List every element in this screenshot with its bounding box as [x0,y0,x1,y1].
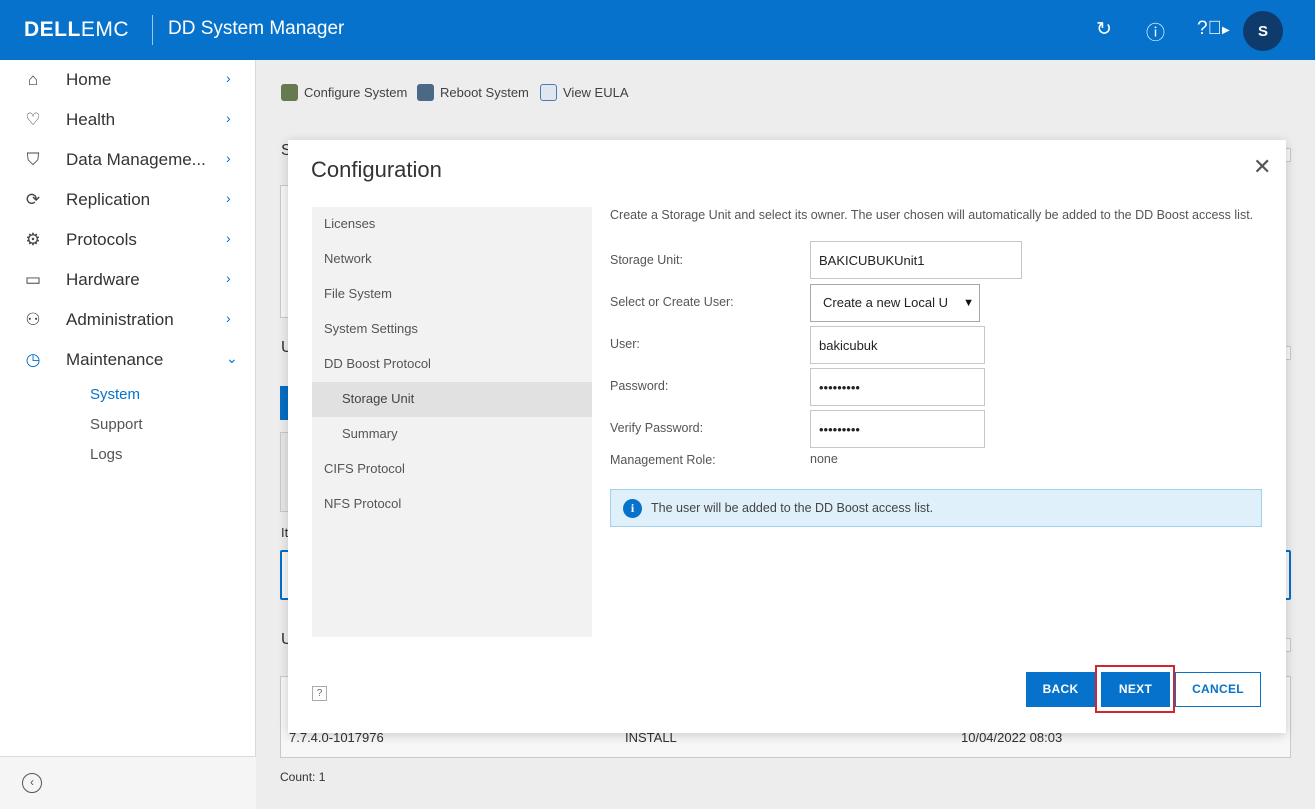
sidebar-item-maintenance[interactable]: ◷ Maintenance ⌄ [0,340,256,380]
help-icon[interactable]: ?⃝ [1197,18,1222,40]
chevron-right-icon: › [226,270,231,286]
info-icon[interactable]: ⓘ [1146,18,1165,45]
sidebar-subitem-logs[interactable]: Logs [90,446,123,463]
step-licenses[interactable]: Licenses [312,207,592,242]
configuration-dialog: Configuration ✕ Licenses Network File Sy… [288,140,1286,733]
sidebar-item-hardware[interactable]: ▭ Hardware › [0,260,256,300]
app-title: DD System Manager [168,18,345,39]
select-user-dropdown[interactable]: Create a new Local U ▼ [810,284,980,322]
step-network[interactable]: Network [312,242,592,277]
user-avatar[interactable]: S [1243,11,1283,51]
sidebar-footer: ‹ [0,756,256,809]
verify-password-label: Verify Password: [610,421,704,435]
password-input[interactable] [810,368,985,406]
sidebar: ⌂ Home › ♡ Health › ⛉ Data Manageme... ›… [0,60,256,809]
back-button[interactable]: BACK [1026,672,1095,707]
hard-drive-icon: ▭ [24,270,42,289]
sidebar-item-health[interactable]: ♡ Health › [0,100,256,140]
shield-icon: ⛉ [26,150,40,169]
heart-icon: ♡ [25,110,41,129]
chevron-right-icon: › [226,190,231,206]
management-role-value: none [810,452,838,466]
replication-icon: ⟳ [25,190,41,209]
chevron-right-icon: › [226,70,231,86]
cancel-button[interactable]: CANCEL [1175,672,1261,707]
info-circle-icon: i [623,499,642,518]
verify-password-input[interactable] [810,410,985,448]
step-nfs-protocol[interactable]: NFS Protocol [312,487,592,522]
close-icon[interactable]: ✕ [1253,154,1271,180]
dialog-title: Configuration [311,157,442,182]
storage-unit-instructions: Create a Storage Unit and select its own… [610,208,1254,222]
step-storage-unit[interactable]: Storage Unit [312,382,592,417]
step-summary[interactable]: Summary [312,417,592,452]
next-button[interactable]: NEXT [1101,672,1170,707]
sidebar-item-data-management[interactable]: ⛉ Data Manageme... › [0,140,256,180]
chevron-right-icon: › [226,110,231,126]
brand-divider [152,15,153,45]
storage-unit-input[interactable] [810,241,1022,279]
storage-unit-label: Storage Unit: [610,253,683,267]
management-role-label: Management Role: [610,453,716,467]
step-file-system[interactable]: File System [312,277,592,312]
step-dd-boost-protocol[interactable]: DD Boost Protocol [312,347,592,382]
home-icon: ⌂ [27,70,39,89]
help-dropdown-caret-icon[interactable]: ▶ [1222,25,1230,36]
user-label: User: [610,337,640,351]
collapse-sidebar-icon[interactable]: ‹ [22,773,42,793]
top-bar: DELLEMC DD System Manager ↻ ⓘ ?⃝ ▶ S [0,0,1315,60]
step-system-settings[interactable]: System Settings [312,312,592,347]
help-button[interactable]: ? [312,686,327,701]
chevron-right-icon: › [226,310,231,326]
chevron-right-icon: › [226,150,231,166]
sidebar-item-administration[interactable]: ⚇ Administration › [0,300,256,340]
sidebar-subitem-support[interactable]: Support [90,416,143,433]
chevron-down-icon: ⌄ [226,350,238,366]
protocols-icon: ⚙ [25,230,41,249]
step-cifs-protocol[interactable]: CIFS Protocol [312,452,592,487]
sidebar-subitem-system[interactable]: System [90,386,140,403]
select-user-label: Select or Create User: [610,295,734,309]
refresh-icon[interactable]: ↻ [1096,18,1112,41]
sidebar-item-home[interactable]: ⌂ Home › [0,60,256,100]
chevron-right-icon: › [226,230,231,246]
info-message: i The user will be added to the DD Boost… [610,489,1262,527]
chevron-down-icon: ▼ [961,285,974,321]
sidebar-item-protocols[interactable]: ⚙ Protocols › [0,220,256,260]
clock-icon: ◷ [25,350,41,369]
wizard-steps: Licenses Network File System System Sett… [312,207,592,637]
user-settings-icon: ⚇ [25,310,41,329]
dell-emc-logo: DELLEMC [24,18,129,41]
sidebar-item-replication[interactable]: ⟳ Replication › [0,180,256,220]
password-label: Password: [610,379,669,393]
user-input[interactable] [810,326,985,364]
